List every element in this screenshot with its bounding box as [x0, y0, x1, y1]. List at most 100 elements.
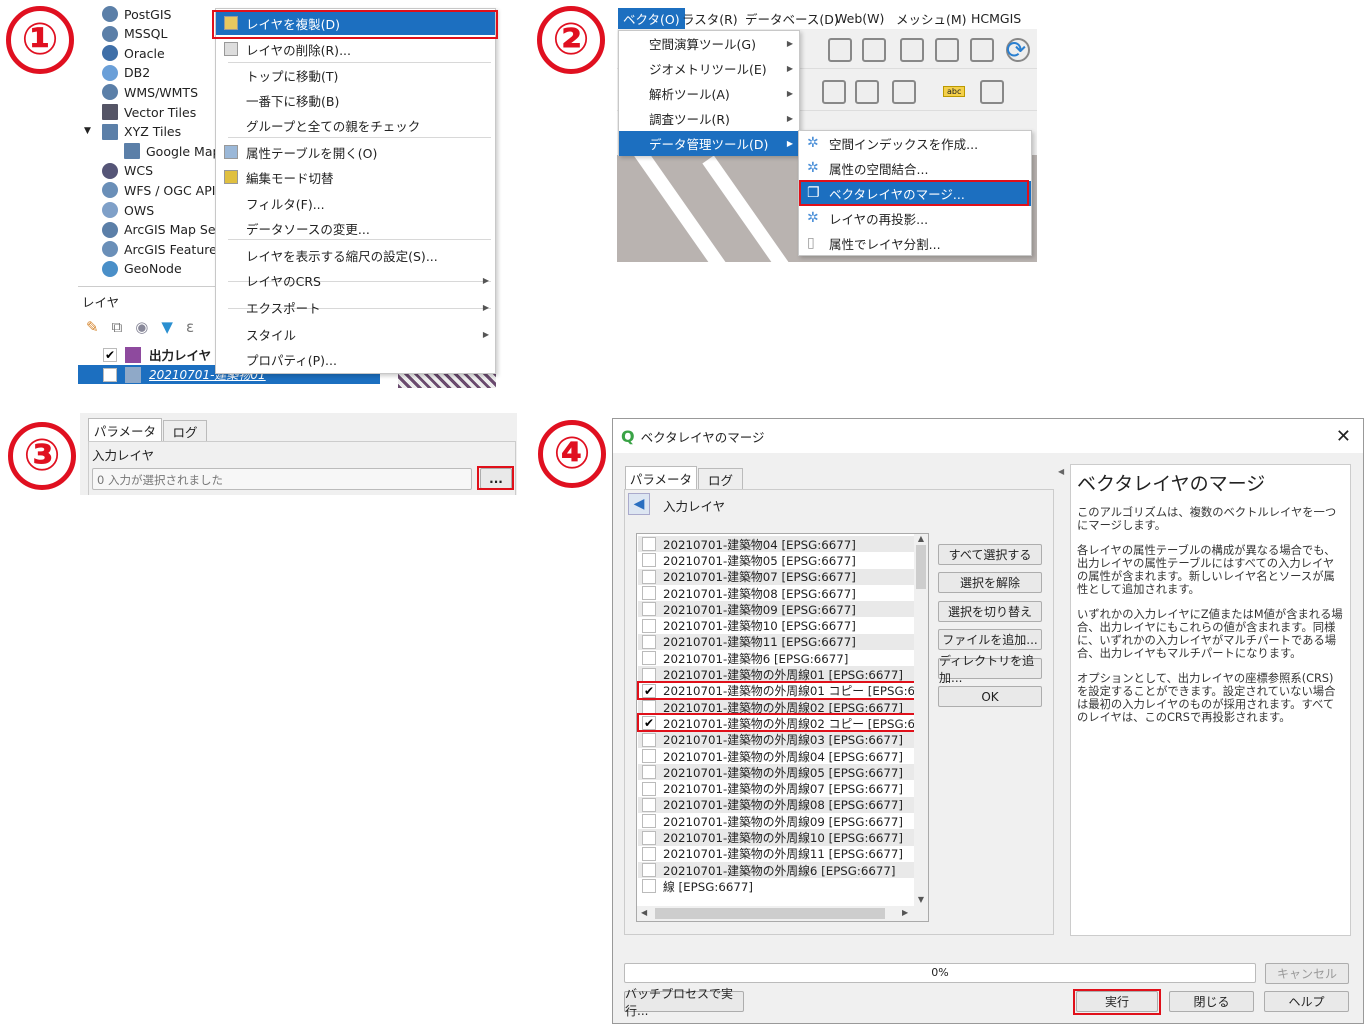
back-arrow-icon[interactable]: ◀ — [628, 493, 650, 515]
browser-item[interactable]: ArcGIS Map Ser — [102, 220, 221, 240]
layer-checkbox[interactable] — [642, 781, 656, 796]
toggle-selection-button[interactable]: 選択を切り替え — [938, 601, 1042, 622]
vertical-scrollbar[interactable]: ▲ ▼ — [914, 534, 928, 906]
select-all-button[interactable]: すべて選択する — [938, 544, 1042, 565]
layer-list-item[interactable]: 20210701-建築物の外周線03 [EPSG:6677] — [638, 731, 914, 748]
add-directory-button[interactable]: ディレクトリを追加... — [938, 654, 1042, 685]
layer-list-item[interactable]: 20210701-建築物の外周線08 [EPSG:6677] — [638, 796, 914, 814]
layer-checkbox[interactable] — [103, 367, 117, 382]
layer-list-item[interactable]: 20210701-建築物の外周線04 [EPSG:6677] — [638, 748, 914, 764]
browser-item[interactable]: PostGIS — [102, 4, 171, 24]
layer-checkbox[interactable] — [642, 765, 656, 780]
browser-item[interactable]: WCS — [102, 161, 153, 181]
layer-checkbox[interactable] — [642, 634, 656, 649]
vector-menu-item[interactable]: ジオメトリツール(E) ▶ — [619, 56, 799, 81]
layer-list-item[interactable]: 線 [EPSG:6677] — [638, 878, 914, 894]
paste-icon[interactable] — [822, 80, 846, 104]
layer-checkbox[interactable] — [642, 586, 656, 601]
layer-checkbox[interactable] — [642, 602, 656, 617]
layer-checkbox[interactable] — [642, 700, 656, 715]
layer-list-item[interactable]: 20210701-建築物の外周線07 [EPSG:6677] — [638, 781, 914, 797]
new-memory-icon[interactable] — [970, 38, 994, 62]
context-menu-item[interactable]: 属性テーブルを開く(O) — [216, 140, 495, 164]
menubar-item[interactable]: ベクタ(O) — [618, 8, 685, 29]
context-menu-item[interactable]: レイヤのCRS ▶ — [216, 268, 495, 292]
layer-list-item[interactable]: 20210701-建築物09 [EPSG:6677] — [638, 601, 914, 618]
layer-list-item[interactable]: 20210701-建築物10 [EPSG:6677] — [638, 618, 914, 634]
layer-list-item[interactable]: 20210701-建築物の外周線09 [EPSG:6677] — [638, 813, 914, 829]
context-menu-item[interactable]: トップに移動(T) — [216, 63, 495, 87]
context-menu-item[interactable]: スタイル ▶ — [216, 322, 495, 346]
data-management-item[interactable]: ✲ レイヤの再投影... — [799, 206, 1031, 231]
layer-list-item[interactable]: 20210701-建築物05 [EPSG:6677] — [638, 552, 914, 568]
add-file-button[interactable]: ファイルを追加... — [938, 629, 1042, 650]
context-menu-item[interactable]: 編集モード切替 — [216, 165, 495, 189]
data-management-item[interactable]: ▯ 属性でレイヤ分割... — [799, 231, 1031, 256]
tab-parameters[interactable]: パラメータ — [88, 418, 162, 441]
undo-icon[interactable] — [855, 80, 879, 104]
layer-list-item[interactable]: 20210701-建築物の外周線05 [EPSG:6677] — [638, 764, 914, 781]
browser-item[interactable]: Vector Tiles — [102, 102, 196, 122]
layer-checkbox[interactable] — [642, 537, 656, 552]
tab-log[interactable]: ログ — [698, 468, 743, 489]
browser-item[interactable]: Google Map — [124, 141, 220, 161]
diagram-icon[interactable] — [980, 80, 1004, 104]
layer-checkbox[interactable] — [642, 618, 656, 633]
ok-button[interactable]: OK — [938, 686, 1042, 707]
layer-checkbox[interactable] — [642, 651, 656, 666]
filter-icon[interactable]: ▼ — [161, 318, 173, 336]
vector-menu-item[interactable]: 解析ツール(A) ▶ — [619, 81, 799, 106]
layer-checkbox[interactable] — [642, 667, 656, 682]
context-menu-item[interactable]: プロパティ(P)... — [216, 347, 495, 371]
vector-menu-item[interactable]: データ管理ツール(D) ▶ — [619, 131, 799, 156]
help-button[interactable]: ヘルプ — [1264, 991, 1349, 1012]
layer-checkbox[interactable] — [642, 732, 656, 747]
refresh-icon[interactable]: ⟳ — [1006, 36, 1026, 64]
new-gpkg-icon[interactable] — [935, 38, 959, 62]
menubar-item[interactable]: データベース(D) — [740, 8, 844, 29]
close-icon[interactable]: ✕ — [1336, 426, 1351, 447]
menubar-item[interactable]: ラスタ(R) — [677, 8, 743, 29]
browser-item[interactable]: DB2 — [102, 63, 150, 83]
batch-process-button[interactable]: バッチプロセスで実行... — [624, 987, 744, 1018]
tab-log[interactable]: ログ — [163, 420, 207, 441]
context-menu-item[interactable]: レイヤを表示する縮尺の設定(S)... — [216, 243, 495, 267]
browser-item[interactable]: XYZ Tiles — [102, 122, 181, 142]
menubar-item[interactable]: メッシュ(M) — [891, 8, 972, 29]
layer-checkbox[interactable] — [642, 879, 656, 894]
vector-menu-item[interactable]: 空間演算ツール(G) ▶ — [619, 31, 799, 56]
tab-parameters[interactable]: パラメータ — [625, 466, 697, 489]
menubar-item[interactable]: HCMGIS — [966, 8, 1026, 29]
expression-filter-icon[interactable]: ε — [186, 318, 194, 336]
new-mesh-icon[interactable] — [900, 38, 924, 62]
layer-list-item[interactable]: 20210701-建築物04 [EPSG:6677] — [638, 536, 914, 553]
redo-icon[interactable] — [892, 80, 916, 104]
horizontal-scrollbar[interactable]: ◀ ▶ — [637, 906, 928, 921]
menubar-item[interactable]: Web(W) — [830, 8, 889, 29]
browser-item[interactable]: MSSQL — [102, 24, 167, 44]
context-menu-item[interactable]: エクスポート ▶ — [216, 295, 495, 319]
layer-list-item[interactable]: 20210701-建築物11 [EPSG:6677] — [638, 633, 914, 651]
cancel-button[interactable]: キャンセル — [1265, 963, 1349, 984]
layer-checkbox[interactable] — [642, 569, 656, 584]
context-menu-item[interactable]: フィルタ(F)... — [216, 191, 495, 215]
collapse-handle-icon[interactable]: ◀ — [1058, 467, 1064, 476]
vector-menu-item[interactable]: 調査ツール(R) ▶ — [619, 106, 799, 131]
browser-item[interactable]: WFS / OGC API — [102, 180, 215, 200]
expand-arrow-icon[interactable]: ▼ — [84, 126, 91, 136]
layer-checkbox[interactable] — [642, 797, 656, 812]
context-menu-item[interactable]: グループと全ての親をチェック — [216, 113, 495, 137]
data-management-item[interactable]: ✲ 空間インデックスを作成... — [799, 131, 1031, 156]
browser-item[interactable]: WMS/WMTS — [102, 82, 198, 102]
layer-checkbox[interactable] — [642, 846, 656, 861]
layer-checkbox[interactable] — [642, 863, 656, 878]
new-shapefile-icon[interactable] — [862, 38, 886, 62]
browser-item[interactable]: Oracle — [102, 43, 165, 63]
browser-item[interactable]: ArcGIS Feature — [102, 239, 217, 259]
layer-checkbox[interactable]: ✔ — [103, 347, 117, 362]
layer-list-item[interactable]: 20210701-建築物08 [EPSG:6677] — [638, 585, 914, 601]
layer-list-item[interactable]: 20210701-建築物の外周線10 [EPSG:6677] — [638, 829, 914, 846]
input-layers-field[interactable]: 0 入力が選択されました — [92, 468, 472, 490]
context-menu-item[interactable]: 一番下に移動(B) — [216, 88, 495, 112]
visibility-eye-icon[interactable]: ◉ — [135, 318, 148, 336]
